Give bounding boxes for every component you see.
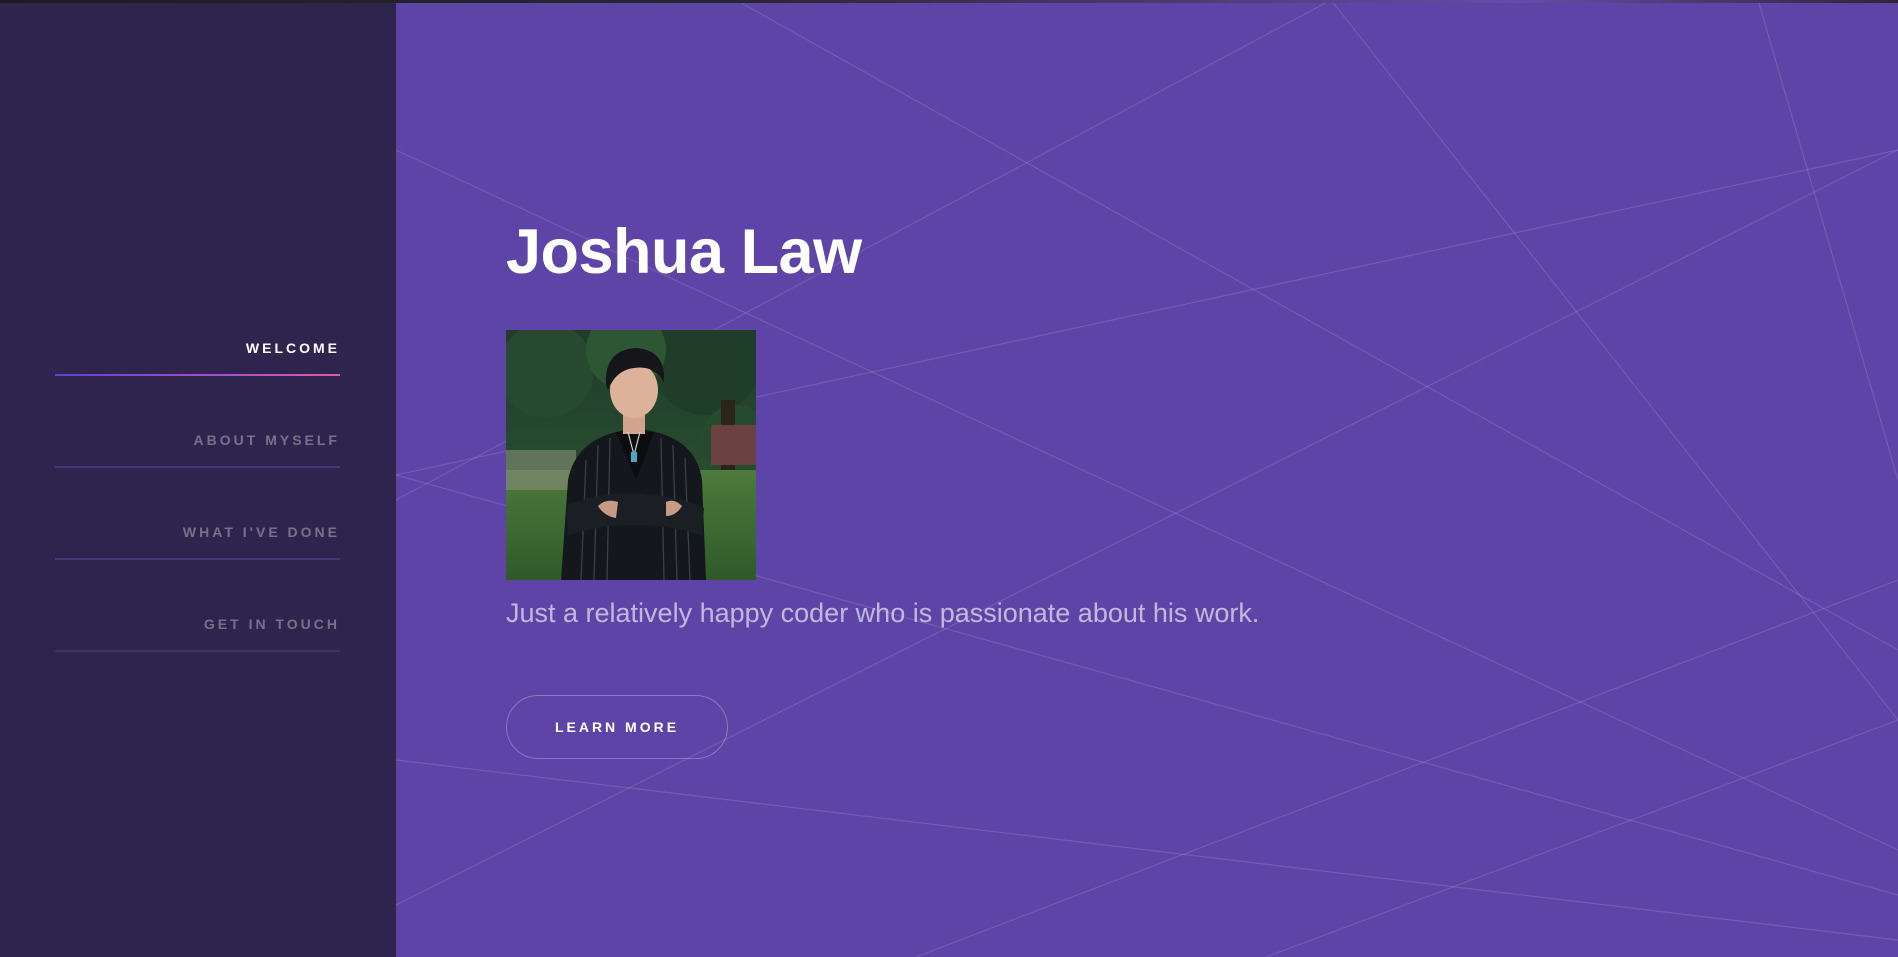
portrait-photo-icon: [506, 330, 756, 580]
page-title: Joshua Law: [506, 217, 862, 287]
item-divider: [55, 650, 340, 652]
learn-more-button[interactable]: LEARN MORE: [506, 695, 728, 759]
active-underline: [55, 374, 340, 376]
sidebar-item-what-ive-done[interactable]: WHAT I'VE DONE: [55, 506, 340, 598]
item-divider: [55, 466, 340, 468]
sidebar-item-label: ABOUT MYSELF: [193, 432, 340, 448]
sidebar-item-about-myself[interactable]: ABOUT MYSELF: [55, 414, 340, 506]
sidebar-item-label: WHAT I'VE DONE: [182, 524, 340, 540]
sidebar-nav: WELCOME ABOUT MYSELF WHAT I'VE DONE GET …: [55, 322, 340, 690]
profile-photo: [506, 330, 756, 580]
browser-top-strip: [0, 0, 1898, 3]
sidebar: WELCOME ABOUT MYSELF WHAT I'VE DONE GET …: [0, 0, 396, 957]
item-divider: [55, 558, 340, 560]
sidebar-item-get-in-touch[interactable]: GET IN TOUCH: [55, 598, 340, 690]
intro-section: Joshua Law Just a relatively happy coder…: [396, 0, 1898, 957]
sidebar-item-label: GET IN TOUCH: [203, 616, 340, 632]
tagline: Just a relatively happy coder who is pas…: [506, 598, 1260, 628]
sidebar-item-label: WELCOME: [245, 340, 340, 356]
sidebar-item-welcome[interactable]: WELCOME: [55, 322, 340, 414]
